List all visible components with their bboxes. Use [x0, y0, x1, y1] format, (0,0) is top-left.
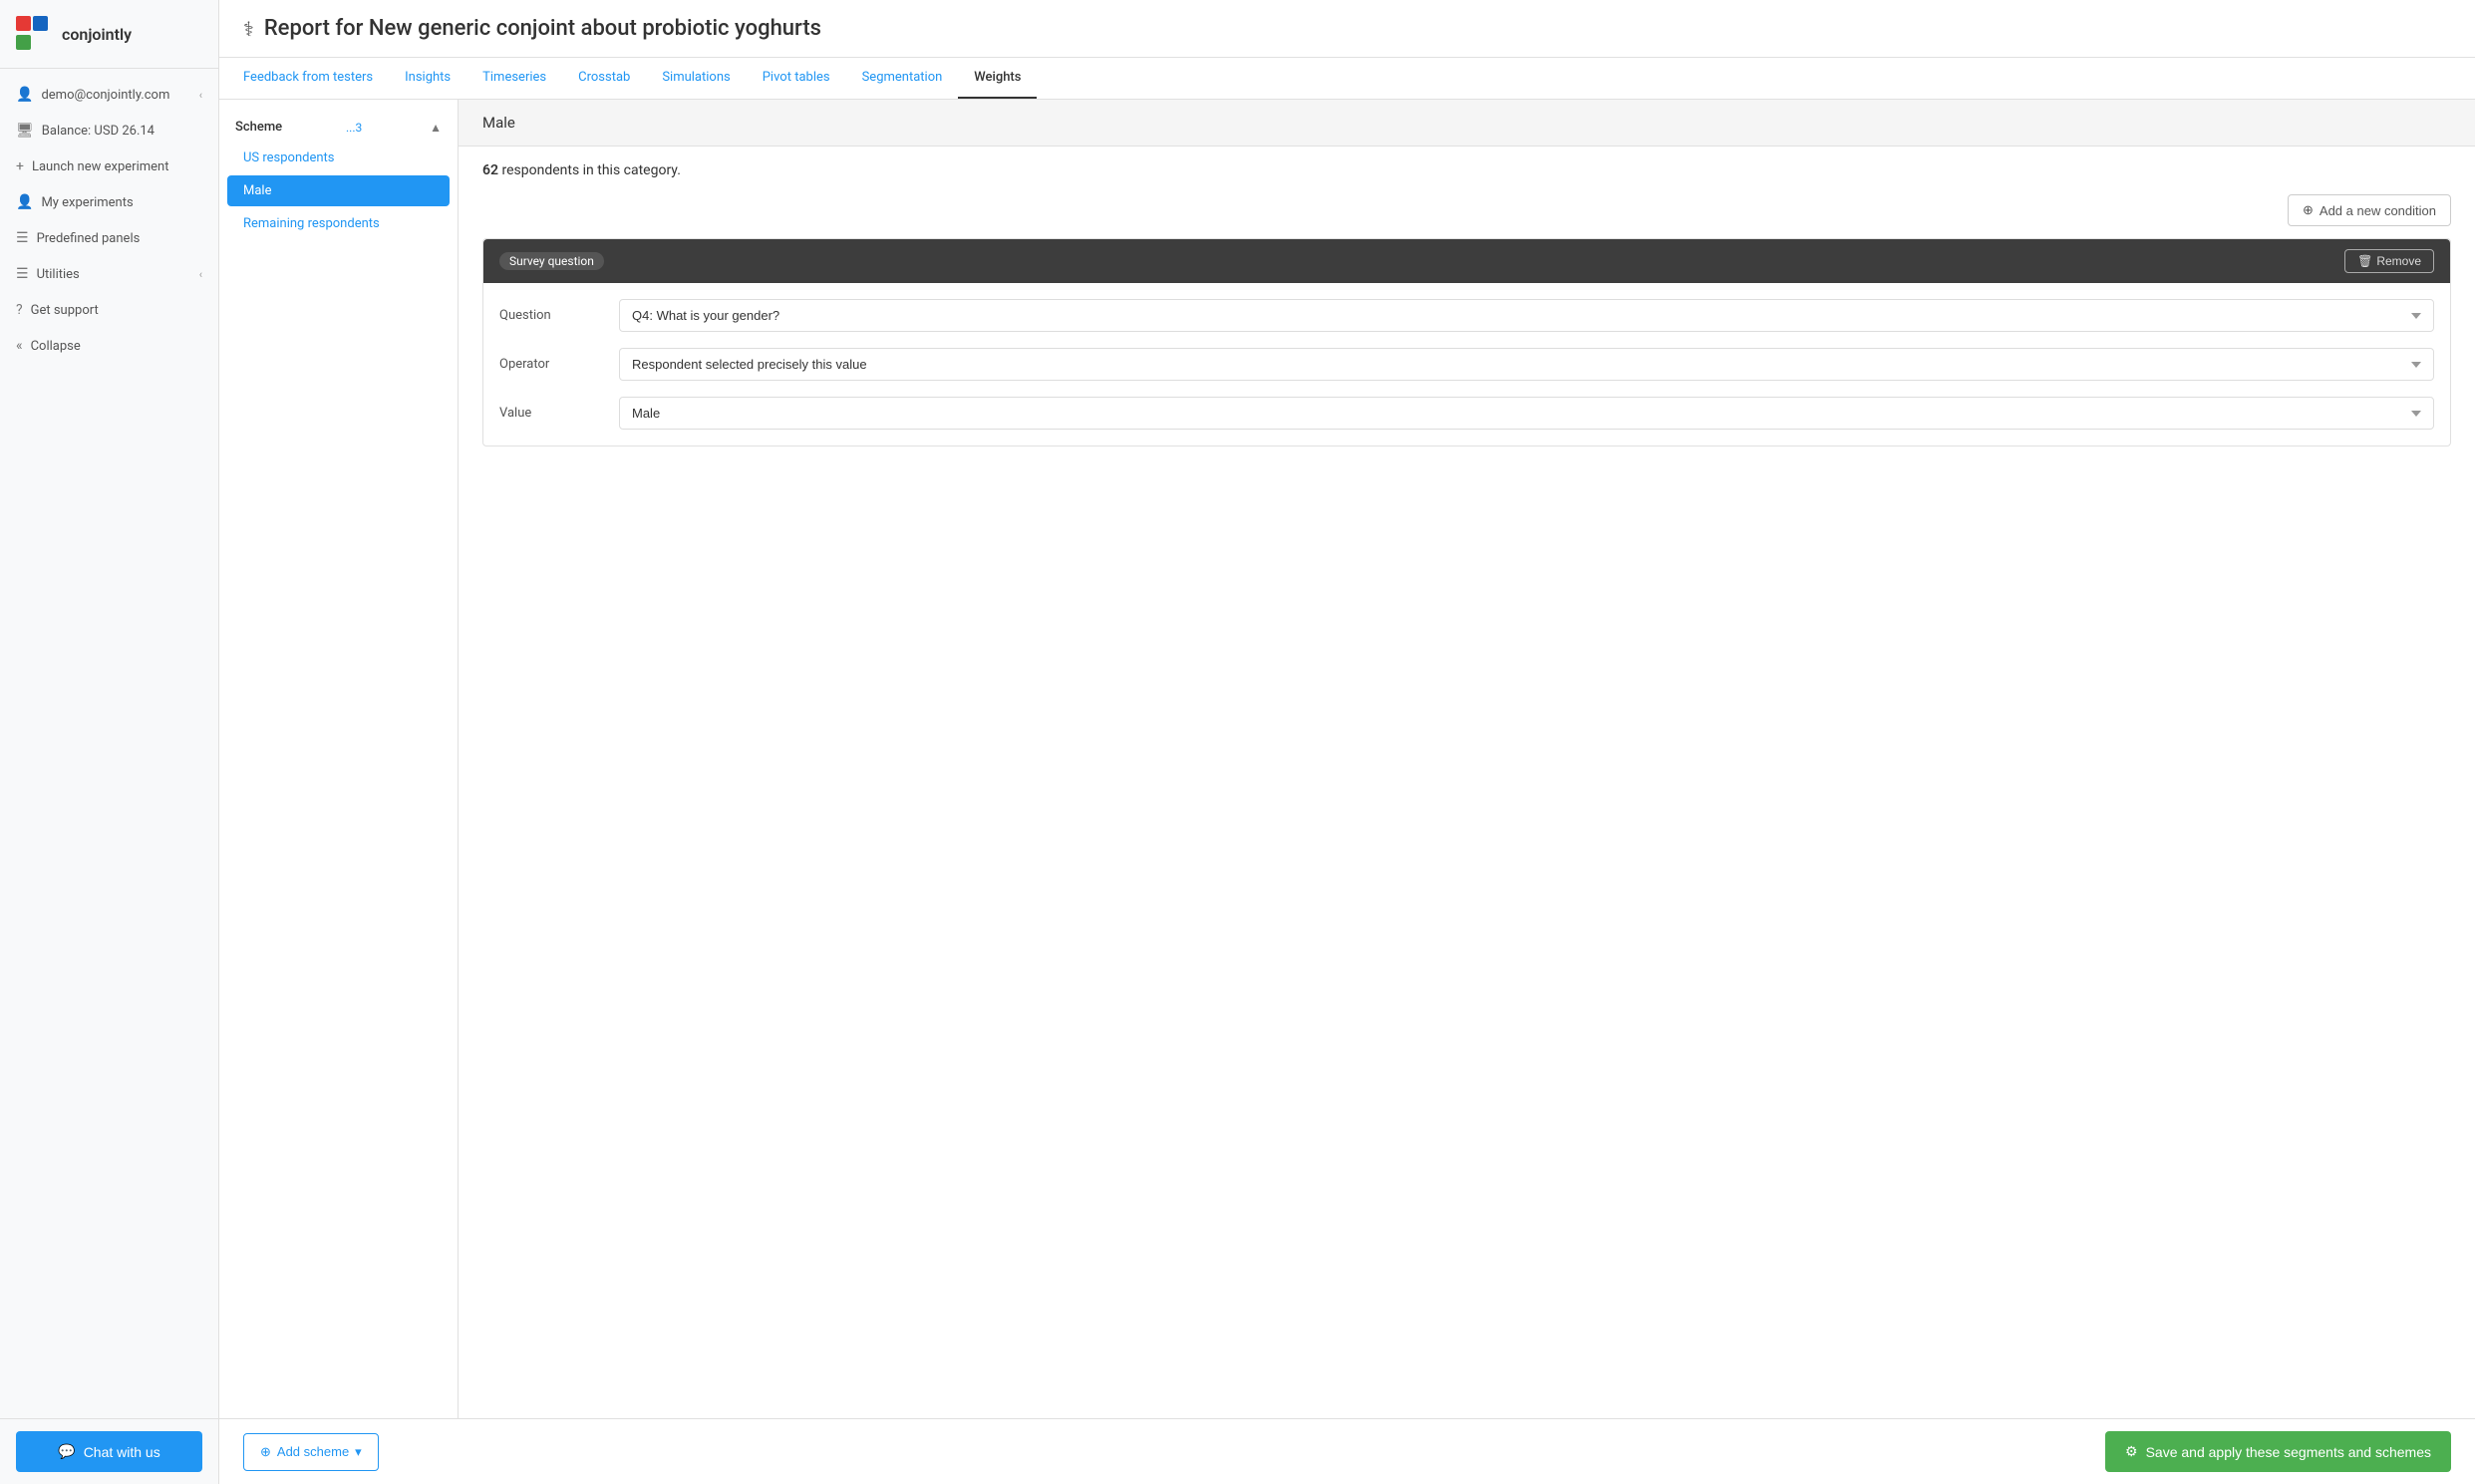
collapse-icon: «: [16, 338, 23, 354]
value-select[interactable]: Male: [619, 397, 2434, 430]
operator-select[interactable]: Respondent selected precisely this value: [619, 348, 2434, 381]
utilities-icon: ☰: [16, 266, 29, 282]
operator-row: Operator Respondent selected precisely t…: [499, 348, 2434, 381]
scheme-item-male[interactable]: Male: [227, 175, 450, 206]
page-title: Report for New generic conjoint about pr…: [264, 16, 821, 41]
question-row: Question Q4: What is your gender?: [499, 299, 2434, 332]
value-label: Value: [499, 406, 619, 421]
bottom-bar: ⊕ Add scheme ▾ ⚙ Save and apply these se…: [219, 1418, 2475, 1484]
add-condition-row: ⊕ Add a new condition: [459, 194, 2475, 238]
add-scheme-icon: ⊕: [260, 1444, 271, 1460]
tab-simulations[interactable]: Simulations: [646, 58, 746, 99]
sidebar: conjointly 👤 demo@conjointly.com ‹ 🖥 Bal…: [0, 0, 219, 1484]
sidebar-item-balance[interactable]: 🖥 Balance: USD 26.14: [0, 113, 218, 148]
save-icon: ⚙: [2125, 1443, 2138, 1460]
category-count: 62 respondents in this category.: [459, 147, 2475, 194]
sidebar-item-predefined-panels[interactable]: ☰ Predefined panels: [0, 220, 218, 256]
scheme-badge: ...3: [346, 121, 362, 135]
remove-label: Remove: [2376, 254, 2421, 268]
add-scheme-button[interactable]: ⊕ Add scheme ▾: [243, 1433, 379, 1471]
sidebar-item-collapse[interactable]: « Collapse: [0, 328, 218, 364]
category-header: Male: [459, 100, 2475, 147]
balance-icon: 🖥: [16, 123, 34, 139]
support-icon: ?: [16, 302, 23, 318]
save-label: Save and apply these segments and scheme…: [2146, 1444, 2431, 1460]
sidebar-utilities-label: Utilities: [37, 267, 80, 282]
tab-timeseries[interactable]: Timeseries: [466, 58, 562, 99]
user-icon: 👤: [16, 87, 33, 103]
tab-crosstab[interactable]: Crosstab: [562, 58, 646, 99]
scheme-item-us-respondents[interactable]: US respondents: [219, 143, 458, 173]
scheme-label: Scheme: [235, 120, 282, 135]
remove-button[interactable]: 🗑 Remove: [2344, 249, 2434, 273]
add-circle-icon: ⊕: [2303, 202, 2314, 218]
chevron-icon: ‹: [199, 89, 202, 102]
add-condition-button[interactable]: ⊕ Add a new condition: [2288, 194, 2451, 226]
condition-header: Survey question 🗑 Remove: [483, 239, 2450, 283]
logo-text: conjointly: [62, 25, 132, 44]
sidebar-item-launch[interactable]: + Launch new experiment: [0, 148, 218, 184]
panels-icon: ☰: [16, 230, 29, 246]
add-scheme-arrow: ▾: [355, 1444, 362, 1460]
tab-insights[interactable]: Insights: [389, 58, 466, 99]
logo-icon: [16, 16, 52, 52]
tab-bar: Feedback from testers Insights Timeserie…: [219, 58, 2475, 100]
sidebar-nav: 👤 demo@conjointly.com ‹ 🖥 Balance: USD 2…: [0, 69, 218, 1418]
sidebar-item-utilities[interactable]: ☰ Utilities ‹: [0, 256, 218, 292]
chat-icon: 💬: [58, 1443, 75, 1460]
utilities-arrow: ‹: [199, 268, 202, 281]
sidebar-item-user[interactable]: 👤 demo@conjointly.com ‹: [0, 77, 218, 113]
value-row: Value Male: [499, 397, 2434, 430]
tab-segmentation[interactable]: Segmentation: [846, 58, 959, 99]
scheme-arrow-icon: ▲: [430, 121, 442, 135]
chat-button[interactable]: 💬 Chat with us: [16, 1431, 202, 1472]
sidebar-item-get-support[interactable]: ? Get support: [0, 292, 218, 328]
operator-label: Operator: [499, 357, 619, 372]
content-area: Scheme ...3 ▲ US respondents Male Remain…: [219, 100, 2475, 1418]
sidebar-user-email: demo@conjointly.com: [41, 88, 169, 103]
sidebar-launch-label: Launch new experiment: [32, 159, 169, 174]
tab-weights[interactable]: Weights: [958, 58, 1037, 99]
chat-button-label: Chat with us: [84, 1444, 160, 1460]
experiments-icon: 👤: [16, 194, 33, 210]
sidebar-panels-label: Predefined panels: [37, 231, 141, 246]
sidebar-balance: Balance: USD 26.14: [42, 124, 155, 139]
scheme-item-remaining[interactable]: Remaining respondents: [219, 208, 458, 239]
left-panel: Scheme ...3 ▲ US respondents Male Remain…: [219, 100, 459, 1418]
condition-badge: Survey question: [499, 252, 604, 270]
question-label: Question: [499, 308, 619, 323]
save-button[interactable]: ⚙ Save and apply these segments and sche…: [2105, 1431, 2451, 1472]
sidebar-bottom: 💬 Chat with us: [0, 1418, 218, 1484]
respondent-suffix: respondents in this category.: [498, 162, 681, 178]
condition-block: Survey question 🗑 Remove Question Q4: Wh…: [482, 238, 2451, 446]
plus-icon: +: [16, 158, 24, 174]
right-panel: Male 62 respondents in this category. ⊕ …: [459, 100, 2475, 1418]
sidebar-support-label: Get support: [31, 303, 99, 318]
condition-form: Question Q4: What is your gender? Operat…: [483, 283, 2450, 445]
respondent-count: 62: [482, 162, 498, 178]
tab-pivot-tables[interactable]: Pivot tables: [747, 58, 846, 99]
report-icon: ⚕: [243, 17, 254, 41]
sidebar-experiments-label: My experiments: [41, 195, 133, 210]
tab-feedback[interactable]: Feedback from testers: [227, 58, 389, 99]
add-condition-label: Add a new condition: [2320, 203, 2436, 218]
category-title: Male: [482, 114, 515, 132]
trash-icon: 🗑: [2357, 254, 2372, 268]
sidebar-collapse-label: Collapse: [31, 339, 81, 354]
scheme-header[interactable]: Scheme ...3 ▲: [219, 112, 458, 143]
question-select[interactable]: Q4: What is your gender?: [619, 299, 2434, 332]
main-content: ⚕ Report for New generic conjoint about …: [219, 0, 2475, 1484]
sidebar-logo: conjointly: [0, 0, 218, 69]
sidebar-item-my-experiments[interactable]: 👤 My experiments: [0, 184, 218, 220]
main-header: ⚕ Report for New generic conjoint about …: [219, 0, 2475, 58]
add-scheme-label: Add scheme: [277, 1444, 349, 1459]
